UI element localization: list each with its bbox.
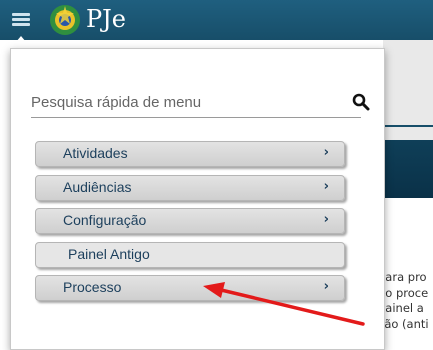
menu-item-configuracao[interactable]: Configuração › [35,208,345,234]
top-bar: PJe [0,0,433,40]
background-text-line: do proce [378,285,429,300]
menu-item-label: Configuração [63,212,147,228]
menu-item-label: Processo [63,279,122,295]
chevron-right-icon: › [323,179,329,194]
search-icon[interactable] [352,93,370,111]
menu-item-label: Atividades [63,145,128,161]
background-text-line: para pro [378,270,427,284]
chevron-right-icon: › [323,145,329,160]
menu-item-audiencias[interactable]: Audiências › [35,175,345,201]
search-field [31,89,361,118]
annotation-arrow-icon [203,282,365,326]
background-text: para pro do proce painel a ção (anti [378,270,433,332]
hamburger-menu-icon[interactable] [12,10,30,28]
menu-item-label: Painel Antigo [68,246,150,262]
chevron-right-icon: › [323,212,329,227]
menu-item-painel-antigo[interactable]: Painel Antigo [35,242,345,268]
menu-caret [11,36,31,48]
background-header-block [383,140,433,198]
menu-item-atividades[interactable]: Atividades › [35,141,345,167]
logo-text: PJe [86,5,126,33]
menu-item-label: Audiências [63,179,132,195]
coat-of-arms-icon [50,5,80,35]
background-text-line: painel a [378,301,424,315]
background-text-line: ção (anti [378,316,429,331]
background-divider [383,125,433,127]
search-input[interactable] [31,89,341,115]
